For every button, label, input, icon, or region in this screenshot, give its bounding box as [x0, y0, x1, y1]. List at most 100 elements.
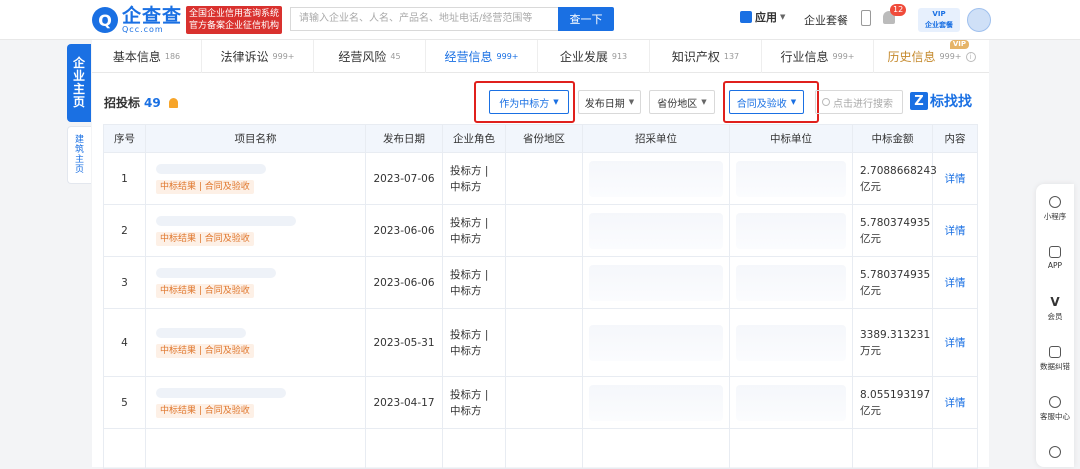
region-filter-label: 省份地区: [657, 98, 698, 110]
region-cell: [505, 308, 583, 377]
redacted-block: [736, 324, 846, 361]
mini-program-button[interactable]: 小程序: [1036, 196, 1074, 222]
package-link[interactable]: 企业套餐: [804, 12, 848, 28]
vip-label: VIP: [932, 10, 946, 18]
highlight-box: [474, 81, 575, 123]
tab-basic-info[interactable]: 基本信息 186: [92, 40, 202, 73]
bid-table: 序号 项目名称 发布日期 企业角色 省份地区 招采单位 中标单位 中标金额 内容…: [103, 124, 978, 469]
publish-date: 2023-05-31: [365, 308, 443, 377]
result-tag: 中标结果 | 合同及验收: [156, 231, 254, 246]
project-name-cell[interactable]: 中标结果 | 合同及验收: [145, 308, 366, 377]
customer-service-button[interactable]: 客服中心: [1036, 396, 1074, 422]
mini-program-icon: [1049, 196, 1061, 208]
search-button[interactable]: 查一下: [558, 7, 614, 31]
tab-business-info[interactable]: 经营信息 999+: [426, 40, 538, 73]
logo-icon: Q: [92, 7, 118, 33]
bell-icon[interactable]: [168, 97, 178, 108]
company-role: 投标方 | 中标方: [442, 376, 506, 429]
chat-button[interactable]: [1036, 446, 1074, 461]
member-button[interactable]: V 会员: [1036, 296, 1074, 322]
bid-amount: 3389.313231 万元: [852, 308, 933, 377]
tab-count: 913: [611, 52, 628, 61]
tab-company-home[interactable]: 企 业 主 页: [67, 44, 91, 122]
redacted-text: [156, 215, 296, 226]
biaozhaozhao-link[interactable]: Z 标找找: [910, 91, 972, 111]
app-menu-button[interactable]: 应用 ▼: [740, 9, 785, 25]
project-name-cell[interactable]: 中标结果 | 合同及验收: [145, 152, 366, 205]
detail-link[interactable]: 详情: [932, 308, 978, 377]
date-filter[interactable]: 发布日期 ▼: [578, 90, 641, 114]
publish-date: 2023-04-17: [365, 376, 443, 429]
tab-count: 137: [723, 52, 740, 61]
redacted-block: [736, 212, 846, 249]
redacted-block: [589, 212, 723, 249]
region-cell: [505, 204, 583, 257]
detail-link: [932, 428, 978, 469]
tab-label: 行业信息: [780, 50, 829, 64]
header-cell: 中标单位: [729, 124, 853, 153]
app-menu-label: 应用: [755, 11, 777, 24]
vip-button[interactable]: VIP 企业套餐: [918, 8, 960, 32]
detail-link[interactable]: 详情: [932, 152, 978, 205]
detail-link[interactable]: 详情: [932, 204, 978, 257]
bid-amount: 2.7088668243 亿元: [852, 152, 937, 205]
winner-cell: [729, 376, 853, 429]
phone-icon[interactable]: [861, 10, 871, 26]
amount-value: 5.780374935: [860, 216, 931, 229]
publish-date: [365, 428, 443, 469]
tab-history[interactable]: 历史信息 999+ i VIP: [874, 40, 989, 73]
role-line: 中标方: [450, 180, 482, 193]
bid-amount: 5.780374935 亿元: [852, 256, 933, 309]
project-name-cell[interactable]: 中标结果 | 合同及验收: [145, 376, 366, 429]
tab-industry[interactable]: 行业信息 999+: [762, 40, 874, 73]
site-logo[interactable]: Q 企查查 Qcc.com 全国企业信用查询系统 官方备案企业征信机构: [92, 6, 283, 34]
redacted-block: [589, 324, 723, 361]
side-tabs: 企 业 主 页 建 筑 主 页: [67, 44, 91, 184]
role-line: 投标方 |: [450, 164, 489, 177]
table-search-input[interactable]: 点击进行搜索: [815, 90, 903, 114]
logo-badge-line2: 官方备案企业征信机构: [189, 21, 280, 31]
company-role: 投标方 | 中标方: [442, 308, 506, 377]
detail-link[interactable]: 详情: [932, 256, 978, 309]
header-cell: 序号: [103, 124, 146, 153]
redacted-block: [736, 160, 846, 197]
buyer-cell: [582, 308, 730, 377]
company-role: [442, 428, 506, 469]
search-input[interactable]: 请输入企业名、人名、产品名、地址电话/经营范围等: [290, 7, 558, 31]
buyer-cell: [582, 256, 730, 309]
region-filter[interactable]: 省份地区 ▼: [649, 90, 715, 114]
redacted-block: [589, 384, 723, 421]
grid-icon: [740, 11, 752, 23]
table-row: 3 中标结果 | 合同及验收 2023-06-06 投标方 | 中标方 5.780…: [103, 256, 978, 309]
project-name-cell[interactable]: 中标结果 | 合同及验收: [145, 204, 366, 257]
region-cell: [505, 428, 583, 469]
tab-legal[interactable]: 法律诉讼 999+: [202, 40, 314, 73]
table-row: 5 中标结果 | 合同及验收 2023-04-17 投标方 | 中标方 8.055…: [103, 376, 978, 429]
tab-count: 999+: [496, 52, 519, 61]
app-download-button[interactable]: APP: [1036, 246, 1074, 270]
result-tag: 中标结果 | 合同及验收: [156, 179, 254, 194]
table-row: 2 中标结果 | 合同及验收 2023-06-06 投标方 | 中标方 5.780…: [103, 204, 978, 257]
logo-badge-line1: 全国企业信用查询系统: [189, 9, 280, 19]
data-correction-button[interactable]: 数据纠错: [1036, 346, 1074, 372]
tab-development[interactable]: 企业发展 913: [538, 40, 650, 73]
highlight-box: [723, 81, 819, 123]
avatar[interactable]: [967, 8, 991, 32]
buyer-cell: [582, 428, 730, 469]
row-index: 3: [103, 256, 146, 309]
header-cell: 项目名称: [145, 124, 366, 153]
redacted-block: [589, 264, 723, 301]
redacted-block: [736, 384, 846, 421]
project-name-cell[interactable]: 中标结果 | 合同及验收: [145, 256, 366, 309]
amount-value: 3389.313231: [860, 328, 931, 341]
tab-risk[interactable]: 经营风险 45: [314, 40, 426, 73]
detail-link[interactable]: 详情: [932, 376, 978, 429]
header-cell: 中标金额: [852, 124, 933, 153]
tab-char: 建: [74, 135, 84, 145]
amount-unit: 亿元: [860, 404, 881, 417]
vip-sublabel: 企业套餐: [925, 21, 953, 29]
tab-ip[interactable]: 知识产权 137: [650, 40, 762, 73]
logo-domain: Qcc.com: [122, 24, 164, 34]
tab-construction-home[interactable]: 建 筑 主 页: [67, 126, 91, 184]
tab-count: 999+: [832, 52, 855, 61]
